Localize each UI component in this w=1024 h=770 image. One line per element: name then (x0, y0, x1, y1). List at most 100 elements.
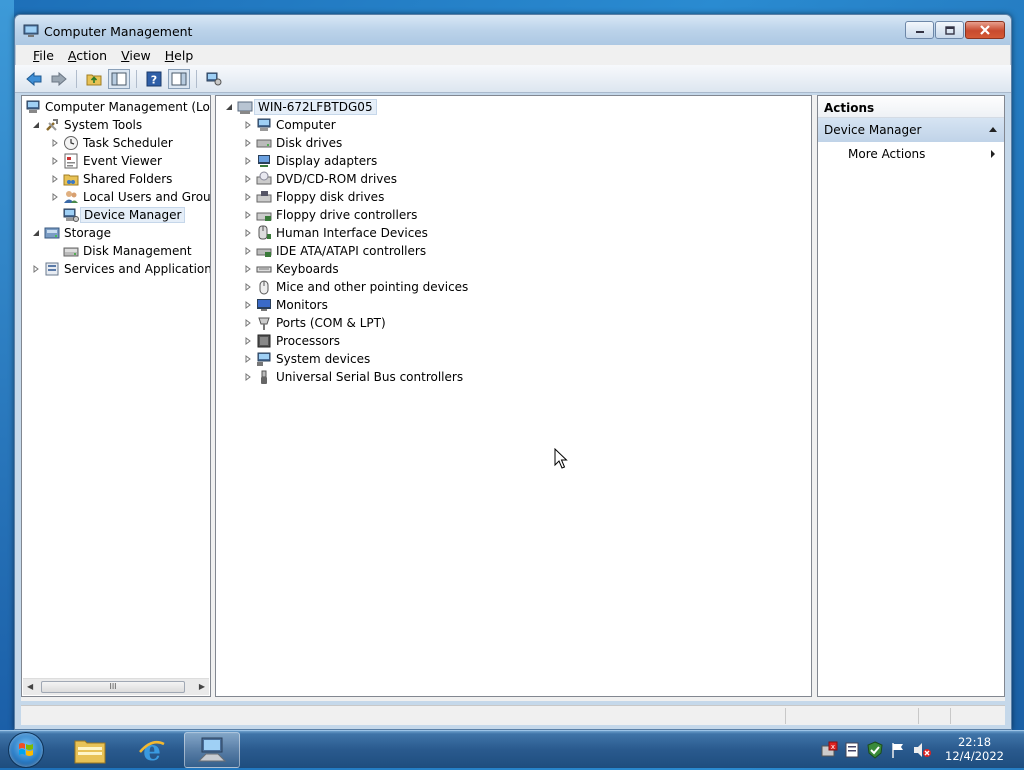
expand-arrow-icon[interactable] (243, 282, 253, 292)
security-icon[interactable] (866, 741, 884, 759)
expand-arrow-icon[interactable] (50, 192, 60, 202)
device-category-row[interactable]: Display adapters (243, 152, 377, 170)
expand-arrow-icon[interactable] (50, 138, 60, 148)
expand-arrow-icon[interactable] (243, 300, 253, 310)
device-manager-icon (206, 72, 222, 85)
tree-item-system-tools[interactable]: System Tools (31, 116, 142, 134)
tree-item-label: Shared Folders (83, 172, 173, 186)
system-device-icon (257, 352, 271, 366)
minimize-button[interactable] (905, 21, 934, 39)
back-button[interactable] (23, 69, 45, 89)
scroll-right-icon[interactable]: ▶ (199, 682, 205, 691)
close-button[interactable] (965, 21, 1005, 39)
notes-icon[interactable] (844, 741, 860, 759)
help-button[interactable]: ? (143, 69, 165, 89)
device-category-row[interactable]: Floppy drive controllers (243, 206, 417, 224)
help-icon: ? (146, 71, 162, 86)
expand-arrow-icon[interactable] (31, 264, 41, 274)
more-actions-item[interactable]: More Actions (818, 142, 1004, 164)
actions-section-label: Device Manager (824, 123, 922, 137)
tree-item-shared-folders[interactable]: Shared Folders (50, 170, 172, 188)
expand-arrow-icon[interactable] (243, 318, 253, 328)
expand-arrow-icon[interactable] (243, 354, 253, 364)
collapse-arrow-icon[interactable] (224, 102, 234, 112)
expand-arrow-icon[interactable] (243, 264, 253, 274)
device-root-row[interactable]: WIN-672LFBTDG05 (224, 98, 377, 116)
up-folder-button[interactable] (83, 69, 105, 89)
tree-root-row[interactable]: Computer Management (Local (25, 98, 210, 116)
taskbar-internet-explorer[interactable]: e (124, 732, 180, 768)
device-category-row[interactable]: System devices (243, 350, 370, 368)
computer-management-icon (23, 24, 39, 37)
tree-item-storage[interactable]: Storage (31, 224, 111, 242)
expand-arrow-icon[interactable] (243, 138, 253, 148)
menu-view[interactable]: View (114, 45, 158, 65)
expand-arrow-icon[interactable] (243, 372, 253, 382)
device-category-label: Computer (276, 118, 336, 132)
menu-file[interactable]: File (26, 45, 61, 65)
more-actions-label: More Actions (848, 147, 926, 161)
device-category-row[interactable]: Ports (COM & LPT) (243, 314, 386, 332)
device-category-row[interactable]: IDE ATA/ATAPI controllers (243, 242, 426, 260)
usb-icon (261, 370, 267, 384)
scrollbar-thumb[interactable]: III (41, 681, 185, 693)
actions-section-device-manager[interactable]: Device Manager (818, 118, 1004, 142)
tree-item-device-manager[interactable]: Device Manager (63, 206, 186, 224)
tree-item-task-scheduler[interactable]: Task Scheduler (50, 134, 173, 152)
expand-arrow-icon[interactable] (243, 336, 253, 346)
collapse-up-icon[interactable] (988, 126, 998, 133)
tree-horizontal-scrollbar[interactable]: ◀ III ▶ (23, 678, 209, 695)
device-category-row[interactable]: Computer (243, 116, 336, 134)
flag-icon[interactable] (890, 741, 906, 759)
device-category-label: Universal Serial Bus controllers (276, 370, 464, 384)
device-category-row[interactable]: Disk drives (243, 134, 342, 152)
expand-arrow-icon[interactable] (243, 156, 253, 166)
taskbar-clock[interactable]: 22:18 12/4/2022 (945, 735, 1004, 763)
expand-arrow-icon[interactable] (243, 174, 253, 184)
volume-muted-icon[interactable] (912, 741, 932, 759)
forward-button[interactable] (48, 69, 70, 89)
device-category-row[interactable]: DVD/CD-ROM drives (243, 170, 397, 188)
device-manager-toolbar-button[interactable] (203, 69, 225, 89)
expand-arrow-icon[interactable] (243, 210, 253, 220)
maximize-button[interactable] (935, 21, 964, 39)
tree-item-label: Local Users and Groups (83, 190, 211, 204)
tree-item-local-users-groups[interactable]: Local Users and Groups (50, 188, 211, 206)
show-hide-action-pane-button[interactable] (168, 68, 190, 89)
device-category-row[interactable]: Human Interface Devices (243, 224, 428, 242)
expand-arrow-icon[interactable] (243, 120, 253, 130)
tree-item-event-viewer[interactable]: Event Viewer (50, 152, 162, 170)
scroll-left-icon[interactable]: ◀ (27, 682, 33, 691)
device-category-row[interactable]: Keyboards (243, 260, 339, 278)
console-content: Computer Management (Local System Tools … (21, 95, 1005, 701)
display-adapter-icon (258, 155, 270, 167)
device-category-label: Mice and other pointing devices (276, 280, 469, 294)
device-category-row[interactable]: Mice and other pointing devices (243, 278, 468, 296)
users-icon (64, 191, 78, 203)
expand-arrow-icon[interactable] (50, 156, 60, 166)
expand-arrow-icon[interactable] (243, 192, 253, 202)
show-hide-console-tree-button[interactable] (108, 68, 130, 89)
start-button[interactable] (8, 732, 44, 768)
device-category-row[interactable]: Universal Serial Bus controllers (243, 368, 463, 386)
menu-help[interactable]: Help (158, 45, 201, 65)
tree-item-services-applications[interactable]: Services and Applications (31, 260, 210, 278)
expand-arrow-icon[interactable] (243, 246, 253, 256)
collapse-arrow-icon[interactable] (31, 228, 41, 238)
action-center-icon[interactable]: x (820, 741, 838, 759)
taskbar-computer-management[interactable] (184, 732, 240, 768)
taskbar-windows-explorer[interactable] (62, 732, 118, 768)
show-hide-console-tree-icon (111, 72, 127, 85)
title-bar[interactable]: Computer Management (15, 15, 1011, 45)
device-category-row[interactable]: Processors (243, 332, 340, 350)
device-category-label: System devices (276, 352, 371, 366)
menu-action[interactable]: Action (61, 45, 114, 65)
windows-explorer-icon (74, 740, 106, 764)
expand-arrow-icon[interactable] (243, 228, 253, 238)
collapse-arrow-icon[interactable] (31, 120, 41, 130)
tree-item-disk-management[interactable]: Disk Management (63, 242, 192, 260)
toolbar-separator (196, 69, 197, 88)
device-category-row[interactable]: Monitors (243, 296, 328, 314)
device-category-row[interactable]: Floppy disk drives (243, 188, 384, 206)
expand-arrow-icon[interactable] (50, 174, 60, 184)
